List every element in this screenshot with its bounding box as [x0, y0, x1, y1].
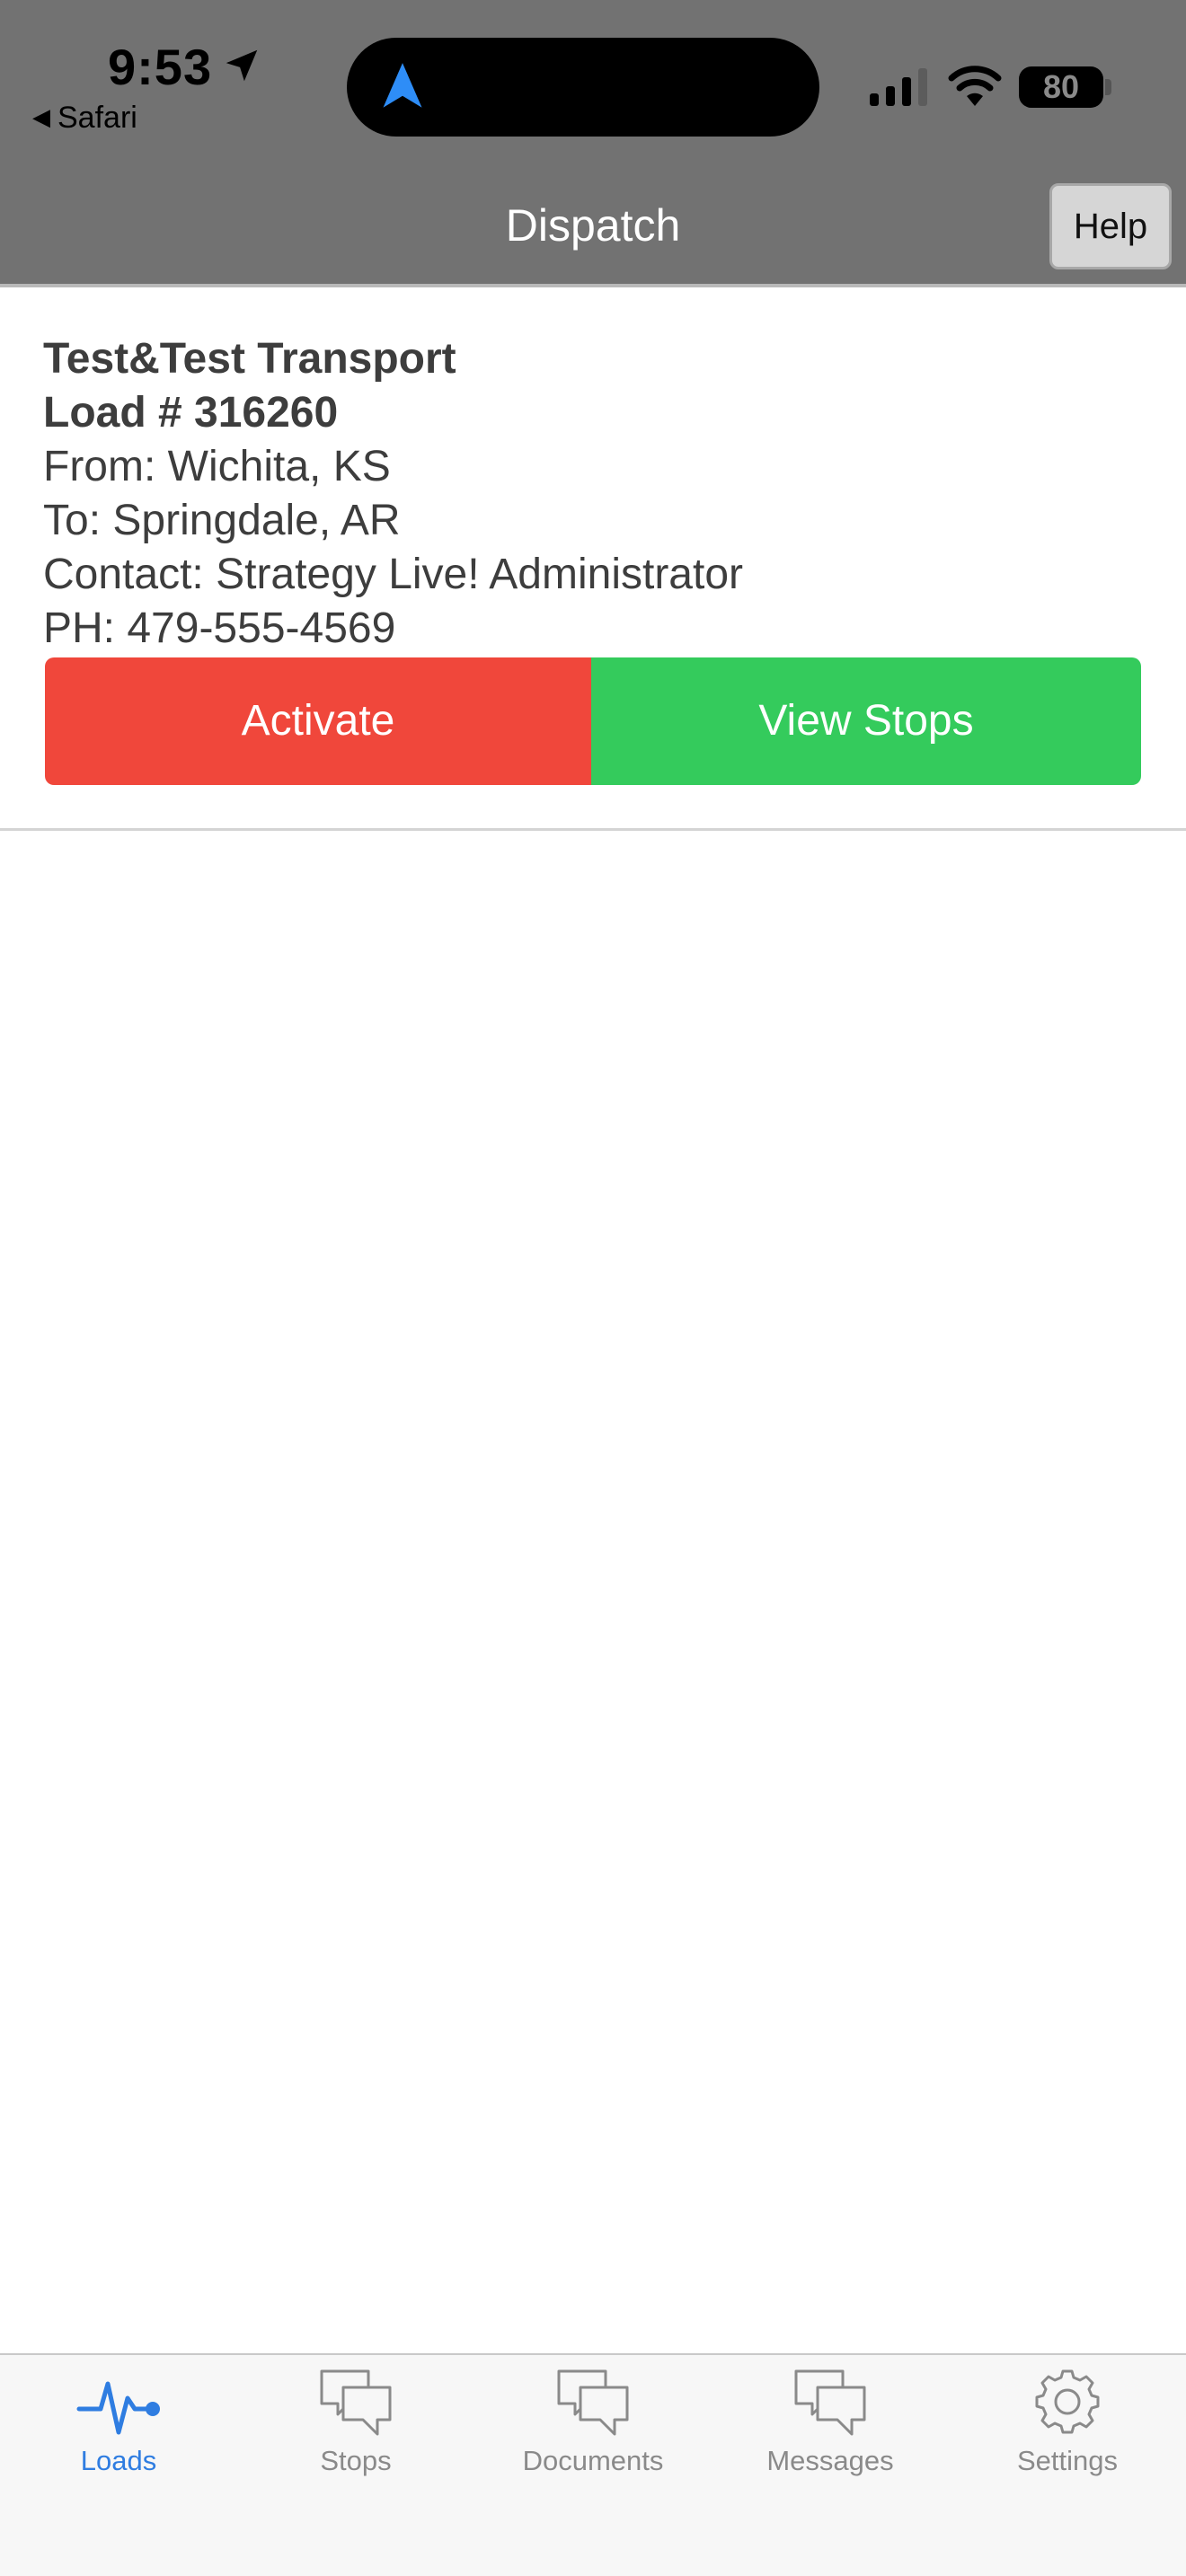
status-time: 9:53 [108, 39, 213, 95]
chat-bubbles-icon [794, 2369, 866, 2436]
tab-messages[interactable]: Messages [712, 2355, 949, 2481]
tab-stops[interactable]: Stops [237, 2355, 474, 2481]
tab-settings[interactable]: Settings [949, 2355, 1186, 2481]
company-name: Test&Test Transport [43, 335, 456, 383]
back-to-safari-link[interactable]: ◀ Safari [32, 101, 137, 136]
gear-icon [1035, 2369, 1100, 2434]
load-actions: Activate View Stops [45, 657, 1141, 785]
activity-pulse-icon [76, 2381, 160, 2435]
page-title: Dispatch [505, 200, 681, 251]
view-stops-button[interactable]: View Stops [591, 657, 1141, 785]
tab-label-settings: Settings [1016, 2445, 1118, 2476]
load-card: Test&Test Transport Load # 316260 From: … [0, 287, 1186, 830]
tab-documents[interactable]: Documents [474, 2355, 712, 2481]
navigation-arrow-icon [383, 63, 422, 108]
top-bar: 9:53 ◀ Safari 80 Dispatch Help [0, 0, 1186, 284]
back-label: Safari [58, 101, 137, 135]
origin-text: From: Wichita, KS [43, 443, 391, 490]
dynamic-island [347, 38, 819, 137]
chat-bubbles-icon [320, 2369, 392, 2436]
location-arrow-icon [226, 49, 258, 82]
tab-label-stops: Stops [320, 2445, 392, 2476]
destination-text: To: Springdale, AR [43, 497, 401, 544]
back-triangle-icon: ◀ [32, 103, 50, 130]
chat-bubbles-icon [557, 2369, 629, 2436]
tab-label-loads: Loads [80, 2445, 157, 2476]
tab-loads[interactable]: Loads [0, 2355, 237, 2481]
battery-indicator: 80 [1019, 66, 1103, 108]
wifi-icon [948, 66, 1002, 106]
tab-label-messages: Messages [766, 2445, 894, 2476]
tab-bar: Loads Stops Documents Messages Settings [0, 2353, 1186, 2576]
help-button[interactable]: Help [1049, 183, 1172, 269]
tab-label-documents: Documents [522, 2445, 664, 2476]
battery-tip [1105, 79, 1111, 95]
load-number: Load # 316260 [43, 389, 339, 437]
contact-text: Contact: Strategy Live! Administrator [43, 551, 744, 598]
activate-button[interactable]: Activate [45, 657, 591, 785]
cellular-signal-icon [870, 68, 927, 106]
phone-text: PH: 479-555-4569 [43, 604, 396, 652]
card-divider [0, 828, 1186, 831]
